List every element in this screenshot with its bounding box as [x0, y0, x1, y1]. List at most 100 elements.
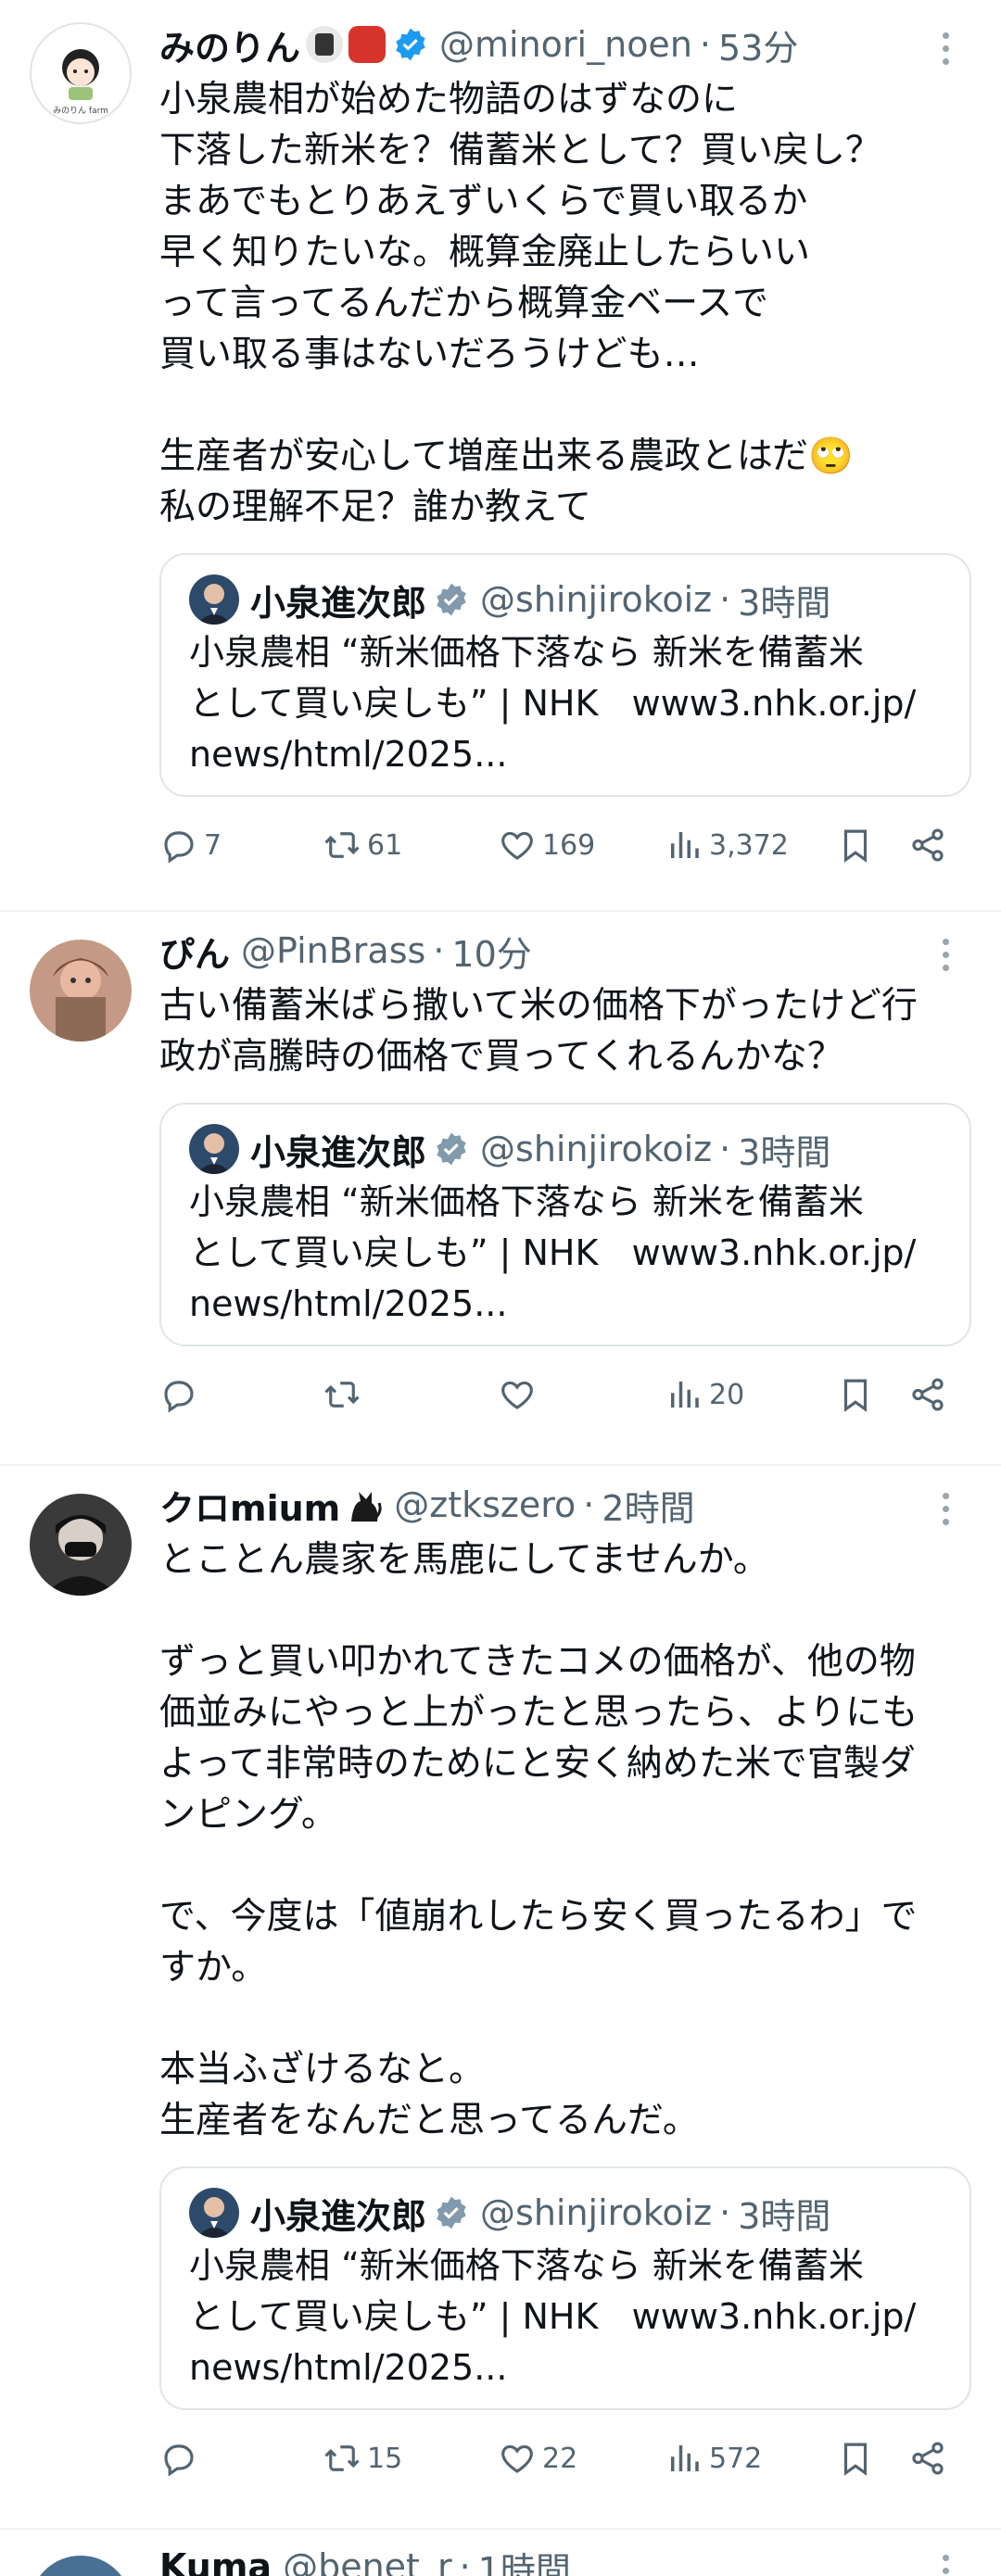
quote-handle: @shinjirokoiz [480, 2192, 713, 2233]
verified-gray-icon [437, 2196, 466, 2229]
like-button[interactable]: 22 [498, 2431, 577, 2486]
quote-text: 小泉農相 “新米価格下落なら 新米を備蓄米 として買い戻しも” | NHK ww… [189, 2245, 917, 2388]
action-bar: 7 61 169 3,372 [159, 817, 971, 873]
more-icon[interactable] [927, 2548, 964, 2576]
reply-icon [164, 2444, 194, 2477]
oni-mask-emoji-icon [348, 26, 386, 63]
separator-dot: · [719, 1129, 731, 1169]
views-button[interactable]: 20 [665, 1367, 744, 1422]
views-icon [671, 1382, 699, 1408]
views-count: 20 [709, 1378, 745, 1411]
quote-handle: @shinjirokoiz [480, 579, 713, 620]
share-icon [912, 828, 944, 862]
display-name[interactable]: クロmium [159, 1480, 340, 1531]
repost-button[interactable] [323, 1367, 367, 1422]
timestamp[interactable]: 53分 [718, 19, 798, 70]
like-count: 22 [542, 2442, 578, 2475]
post[interactable]: みのりん farm みのりん @minori_noen · 53分 小泉農相が始… [0, 0, 1001, 912]
post[interactable]: Kuma @benet_r · 1時間 [0, 2530, 1001, 2576]
share-button[interactable] [908, 2431, 953, 2486]
quote-display-name: 小泉進次郎 [250, 2195, 427, 2237]
share-icon [912, 1378, 944, 1411]
avatar[interactable] [30, 2556, 132, 2576]
separator-dot: · [719, 579, 731, 620]
post[interactable]: ぴん @PinBrass · 10分 古い備蓄米ばら撒いて米の価格下がったけど行… [0, 912, 1001, 1466]
more-icon[interactable] [927, 1486, 964, 1533]
bookmark-icon [843, 1379, 868, 1412]
bookmark-button[interactable] [836, 2431, 881, 2486]
handle[interactable]: @ztkszero [394, 1484, 576, 1525]
timestamp[interactable]: 2時間 [602, 1480, 694, 1531]
reply-button[interactable]: 7 [159, 817, 222, 873]
post-text: 古い備蓄米ばら撒いて米の価格下がったけど行 政が高騰時の価格で買ってくれるんかな… [159, 985, 918, 1078]
quote-avatar [189, 575, 239, 625]
repost-count: 61 [367, 828, 403, 862]
repost-button[interactable]: 15 [323, 2431, 402, 2486]
quote-text: 小泉農相 “新米価格下落なら 新米を備蓄米 として買い戻しも” | NHK ww… [189, 632, 917, 775]
quote-text: 小泉農相 “新米価格下落なら 新米を備蓄米 として買い戻しも” | NHK ww… [189, 1181, 917, 1324]
quoted-post[interactable]: 小泉進次郎 @shinjirokoiz · 3時間 小泉農相 “新米価格下落なら… [159, 1103, 971, 1346]
reply-count: 7 [204, 828, 222, 862]
views-count: 572 [709, 2442, 763, 2475]
timestamp[interactable]: 1時間 [478, 2542, 571, 2576]
repost-icon [324, 832, 360, 858]
quote-timestamp: 3時間 [738, 582, 831, 624]
quote-handle: @shinjirokoiz [480, 1129, 713, 1169]
action-bar: 15 22 572 [159, 2431, 971, 2486]
display-name[interactable]: ぴん [159, 926, 230, 977]
handle[interactable]: @minori_noen [439, 24, 692, 65]
quoted-post[interactable]: 小泉進次郎 @shinjirokoiz · 3時間 小泉農相 “新米価格下落なら… [159, 553, 971, 797]
bookmark-button[interactable] [836, 1367, 881, 1422]
verified-gray-icon [437, 583, 466, 616]
avatar[interactable]: みのりん farm [30, 22, 132, 124]
views-button[interactable]: 572 [665, 2431, 762, 2486]
views-icon [671, 832, 699, 858]
action-bar: 20 [159, 1367, 971, 1422]
timestamp[interactable]: 10分 [451, 926, 531, 977]
more-icon[interactable] [927, 26, 964, 72]
share-icon [912, 2442, 944, 2475]
share-button[interactable] [908, 817, 953, 873]
post[interactable]: クロmium @ztkszero · 2時間 とことん農家を馬鹿にしてませんか。… [0, 1466, 1001, 2530]
views-button[interactable]: 3,372 [665, 817, 789, 873]
avatar[interactable] [30, 1494, 132, 1596]
repost-icon [324, 2445, 360, 2471]
quote-timestamp: 3時間 [738, 1131, 831, 1173]
onigiri-emoji-icon [306, 26, 344, 63]
repost-button[interactable]: 61 [323, 817, 402, 873]
quoted-post[interactable]: 小泉進次郎 @shinjirokoiz · 3時間 小泉農相 “新米価格下落なら… [159, 2166, 971, 2410]
like-button[interactable]: 169 [498, 817, 595, 873]
avatar-lettering: みのりん farm [53, 106, 108, 116]
handle[interactable]: @benet_r [283, 2546, 452, 2576]
repost-count: 15 [367, 2442, 403, 2475]
separator-dot: · [719, 2192, 731, 2233]
display-name[interactable]: みのりん [159, 19, 300, 70]
separator-dot: · [699, 24, 711, 65]
like-button[interactable] [498, 1367, 542, 1422]
views-count: 3,372 [709, 828, 789, 862]
separator-dot: · [459, 2546, 471, 2576]
avatar[interactable] [30, 940, 132, 1042]
separator-dot: · [583, 1484, 595, 1525]
reply-button[interactable] [159, 2431, 204, 2486]
views-icon [671, 2445, 699, 2471]
like-count: 169 [542, 828, 596, 862]
repost-icon [324, 1382, 360, 1408]
bookmark-icon [843, 2443, 868, 2476]
reply-icon [164, 1381, 194, 1413]
share-button[interactable] [908, 1367, 953, 1422]
like-icon [501, 1381, 533, 1409]
reply-button[interactable] [159, 1367, 204, 1422]
handle[interactable]: @PinBrass [241, 930, 425, 971]
more-icon[interactable] [927, 932, 964, 979]
bookmark-icon [843, 829, 868, 863]
like-icon [501, 831, 533, 860]
quote-display-name: 小泉進次郎 [250, 582, 427, 624]
like-icon [501, 2444, 533, 2473]
reply-icon [164, 831, 194, 864]
post-text: とことん農家を馬鹿にしてませんか。 ずっと買い叩かれてきたコメの価格が、他の物 … [159, 1539, 919, 2141]
quote-avatar [189, 1124, 239, 1174]
verified-icon [396, 28, 425, 61]
display-name[interactable]: Kuma [159, 2546, 272, 2576]
bookmark-button[interactable] [836, 817, 881, 873]
